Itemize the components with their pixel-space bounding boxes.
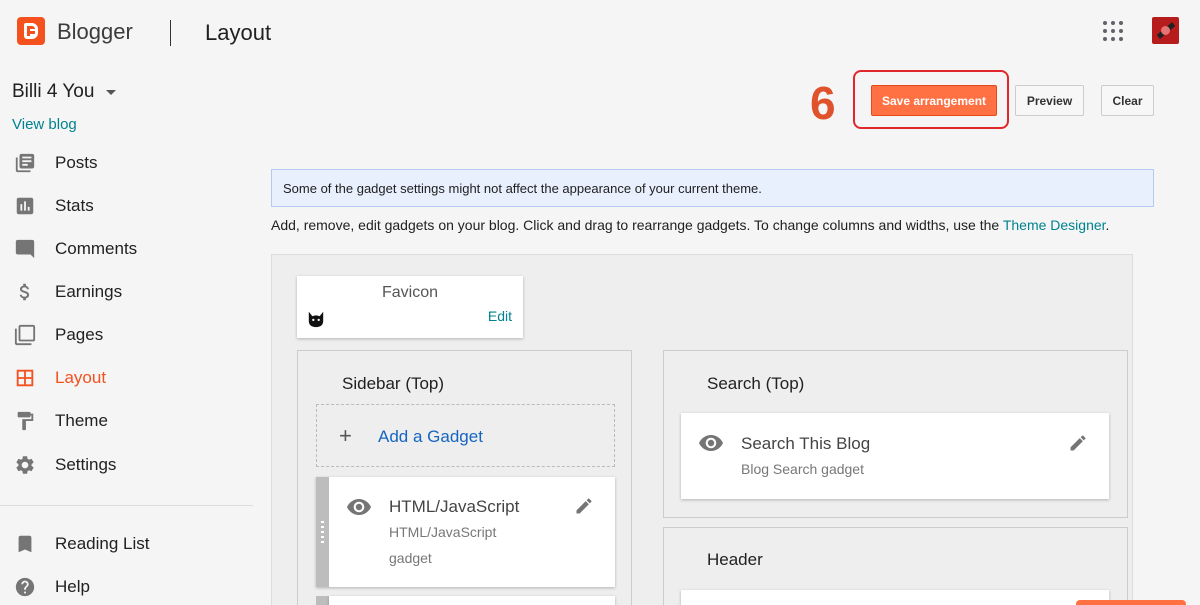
header-gadget[interactable]: [681, 590, 1109, 605]
preview-button[interactable]: Preview: [1015, 85, 1084, 116]
theme-designer-link[interactable]: Theme Designer: [1003, 217, 1106, 233]
sidebar-item-label: Reading List: [55, 534, 150, 553]
theme-notice: Some of the gadget settings might not af…: [271, 169, 1154, 207]
sidebar-item-theme[interactable]: Theme: [0, 401, 250, 441]
layout-icon: [16, 369, 34, 387]
sidebar-divider: [0, 505, 253, 506]
sidebar-item-reading-list[interactable]: Reading List: [0, 524, 250, 564]
drag-handle[interactable]: [316, 477, 329, 587]
help-text: Add, remove, edit gadgets on your blog. …: [271, 217, 1109, 233]
header-divider: [170, 20, 171, 46]
eye-icon[interactable]: [699, 435, 723, 451]
gadget-type: Blog Search gadget: [741, 461, 864, 477]
section-title: Sidebar (Top): [342, 374, 445, 393]
avatar[interactable]: [1152, 17, 1179, 44]
blogger-logo-icon[interactable]: [17, 17, 45, 45]
posts-icon: [15, 153, 35, 173]
sidebar-item-earnings[interactable]: Earnings: [0, 272, 250, 312]
search-this-blog-gadget[interactable]: Search This Blog Blog Search gadget: [681, 413, 1109, 499]
cat-favicon-icon: [308, 311, 324, 328]
sidebar-item-label: Stats: [55, 196, 94, 215]
stats-icon: [16, 197, 34, 215]
sidebar-item-label: Theme: [55, 411, 108, 430]
favicon-edit-link[interactable]: Edit: [488, 308, 512, 324]
view-blog-link[interactable]: View blog: [12, 116, 77, 133]
sidebar-item-label: Settings: [55, 455, 117, 474]
help-icon: [15, 577, 35, 597]
gear-icon: [16, 456, 34, 474]
sidebar-item-help[interactable]: Help: [0, 567, 250, 605]
top-bar: Blogger Layout: [0, 0, 1200, 64]
add-gadget-label: Add a Gadget: [378, 427, 483, 446]
html-javascript-gadget[interactable]: HTML/JavaScript HTML/JavaScript gadget: [316, 477, 615, 587]
gadget-type-line-1: HTML/JavaScript: [389, 524, 497, 540]
gadget-card[interactable]: [329, 596, 615, 605]
eye-icon[interactable]: [347, 499, 371, 515]
save-arrangement-button[interactable]: Save arrangement: [871, 85, 997, 116]
sidebar-item-label: Earnings: [55, 282, 123, 301]
pages-icon: [14, 324, 36, 346]
gadget-type: HTML/JavaScript gadget: [389, 519, 496, 571]
sidebar-item-comments[interactable]: Comments: [0, 229, 250, 269]
section-title: Search (Top): [707, 374, 805, 393]
favicon-title: Favicon: [381, 284, 439, 301]
blog-selector[interactable]: Billi 4 You: [12, 81, 94, 103]
add-gadget-button[interactable]: + Add a Gadget: [316, 404, 615, 467]
chevron-down-icon[interactable]: [106, 90, 116, 95]
section-title: Header: [707, 550, 763, 569]
paint-roller-icon: [17, 411, 34, 431]
brand-name[interactable]: Blogger: [57, 19, 133, 45]
help-text-body: Add, remove, edit gadgets on your blog. …: [271, 217, 1003, 233]
pencil-icon[interactable]: [1068, 433, 1088, 453]
dollar-icon: [19, 283, 30, 301]
sidebar-item-stats[interactable]: Stats: [0, 186, 250, 226]
sidebar-item-label: Posts: [55, 153, 98, 172]
apps-grid-icon[interactable]: [1103, 21, 1123, 41]
sidebar-item-label: Help: [55, 577, 90, 596]
step-number-annotation: 6: [810, 77, 836, 129]
feedback-tab[interactable]: [1076, 600, 1186, 605]
sidebar-item-layout[interactable]: Layout: [0, 358, 250, 398]
sidebar-item-label: Pages: [55, 325, 104, 344]
plus-icon: +: [339, 423, 352, 448]
gadget-title: Search This Blog: [741, 434, 871, 453]
sidebar-item-settings[interactable]: Settings: [0, 445, 250, 485]
favicon-gadget[interactable]: Favicon Edit: [297, 276, 523, 338]
gadget-type-line-2: gadget: [389, 550, 432, 566]
sidebar-item-label: Layout: [55, 368, 107, 387]
gadget-title: HTML/JavaScript: [389, 497, 520, 516]
sidebar-item-posts[interactable]: Posts: [0, 143, 250, 183]
clear-button[interactable]: Clear: [1101, 85, 1154, 116]
bookmark-icon: [18, 535, 32, 553]
sidebar-item-label: Comments: [55, 239, 138, 258]
page-title: Layout: [205, 20, 272, 45]
help-text-end: .: [1105, 217, 1110, 233]
comments-icon: [15, 239, 35, 259]
drag-handle[interactable]: [316, 596, 329, 605]
pencil-icon[interactable]: [574, 496, 594, 516]
sidebar-item-pages[interactable]: Pages: [0, 315, 250, 355]
